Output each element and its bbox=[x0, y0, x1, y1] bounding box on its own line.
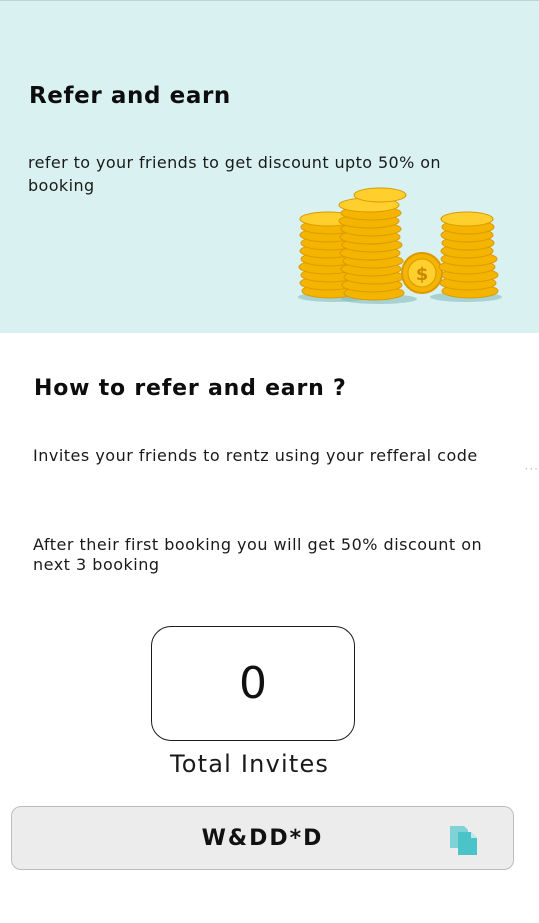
gold-coins-illustration: $ bbox=[298, 187, 502, 304]
edge-handle: ··· bbox=[524, 462, 539, 476]
hero-title: Refer and earn bbox=[29, 83, 231, 109]
instruction-step-1: Invites your friends to rentz using your… bbox=[33, 446, 478, 465]
svg-text:$: $ bbox=[416, 264, 429, 285]
copy-glyph bbox=[450, 826, 477, 855]
how-to-title: How to refer and earn ? bbox=[34, 376, 347, 401]
referral-hero-banner: Refer and earn refer to your friends to … bbox=[0, 0, 539, 333]
referral-code-bar[interactable]: W&DD*D bbox=[11, 806, 514, 870]
total-invites-label: Total Invites bbox=[170, 750, 330, 778]
total-invites-card: 0 bbox=[151, 626, 355, 741]
referral-code: W&DD*D bbox=[201, 825, 324, 851]
total-invites-count: 0 bbox=[239, 658, 267, 709]
copy-icon[interactable] bbox=[447, 823, 481, 857]
instruction-step-2: After their first booking you will get 5… bbox=[33, 535, 483, 574]
